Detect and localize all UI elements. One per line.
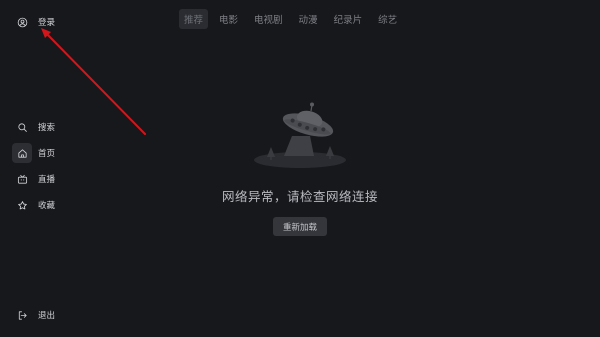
category-tabs: 推荐 电影 电视剧 动漫 纪录片 综艺 <box>179 9 408 29</box>
network-error-message: 网络异常，请检查网络连接 <box>221 189 378 204</box>
logout-icon <box>12 305 32 325</box>
search-icon <box>12 117 32 137</box>
tab-tv-series[interactable]: 电视剧 <box>249 9 288 29</box>
annotation-arrow <box>41 28 146 135</box>
app-window: 登录 搜索 首页 直播 收藏 退出 推荐 电影 电视剧 动漫 纪录片 综艺 网络… <box>0 0 600 337</box>
tab-variety[interactable]: 综艺 <box>373 9 402 29</box>
tab-recommended[interactable]: 推荐 <box>179 9 209 29</box>
sidebar-item-label: 直播 <box>38 175 56 185</box>
logout-label: 退出 <box>38 311 56 321</box>
user-icon <box>12 12 32 32</box>
logout-button[interactable]: 退出 <box>12 305 55 325</box>
sidebar-item-label: 搜索 <box>38 123 56 133</box>
reload-button[interactable]: 重新加载 <box>273 217 327 236</box>
ufo-icon <box>252 100 348 168</box>
tab-anime[interactable]: 动漫 <box>294 9 323 29</box>
login-label: 登录 <box>38 18 56 28</box>
login-button[interactable]: 登录 <box>12 12 55 32</box>
sidebar-item-label: 首页 <box>38 149 56 159</box>
tab-documentary[interactable]: 纪录片 <box>329 9 368 29</box>
sidebar-item-search[interactable]: 搜索 <box>12 117 55 137</box>
tab-movies[interactable]: 电影 <box>214 9 243 29</box>
home-icon <box>12 143 32 163</box>
sidebar-item-home[interactable]: 首页 <box>12 143 55 163</box>
